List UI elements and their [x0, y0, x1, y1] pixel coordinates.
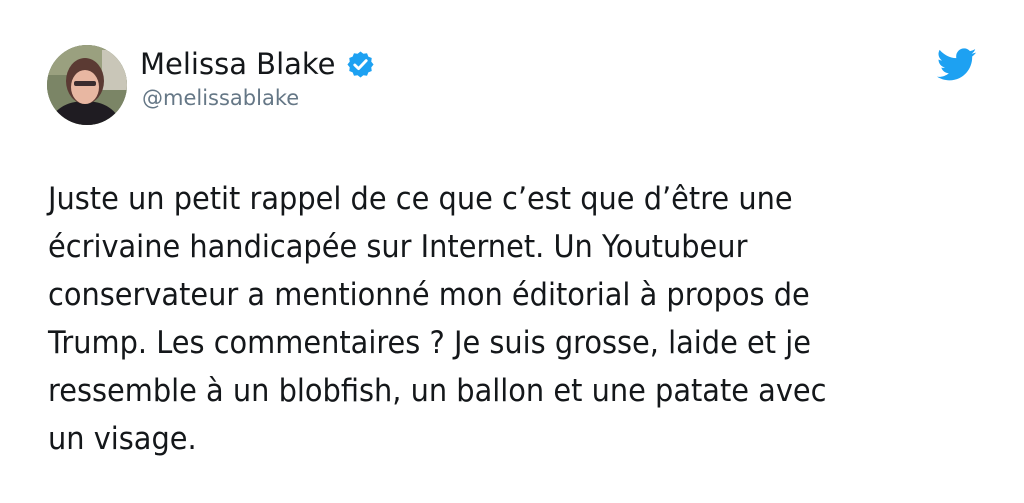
tweet-text: Juste un petit rappel de ce que c’est qu…	[48, 181, 827, 457]
verified-badge-icon	[346, 50, 374, 78]
avatar[interactable]	[47, 45, 127, 125]
display-name-text: Melissa Blake	[140, 47, 336, 81]
avatar-photo	[47, 45, 127, 125]
tweet-card: Melissa Blake @melissablake Juste un pet…	[0, 0, 1024, 503]
author-handle[interactable]: @melissablake	[142, 83, 299, 113]
twitter-bird-icon[interactable]	[937, 48, 977, 82]
author-display-name[interactable]: Melissa Blake	[140, 44, 375, 84]
